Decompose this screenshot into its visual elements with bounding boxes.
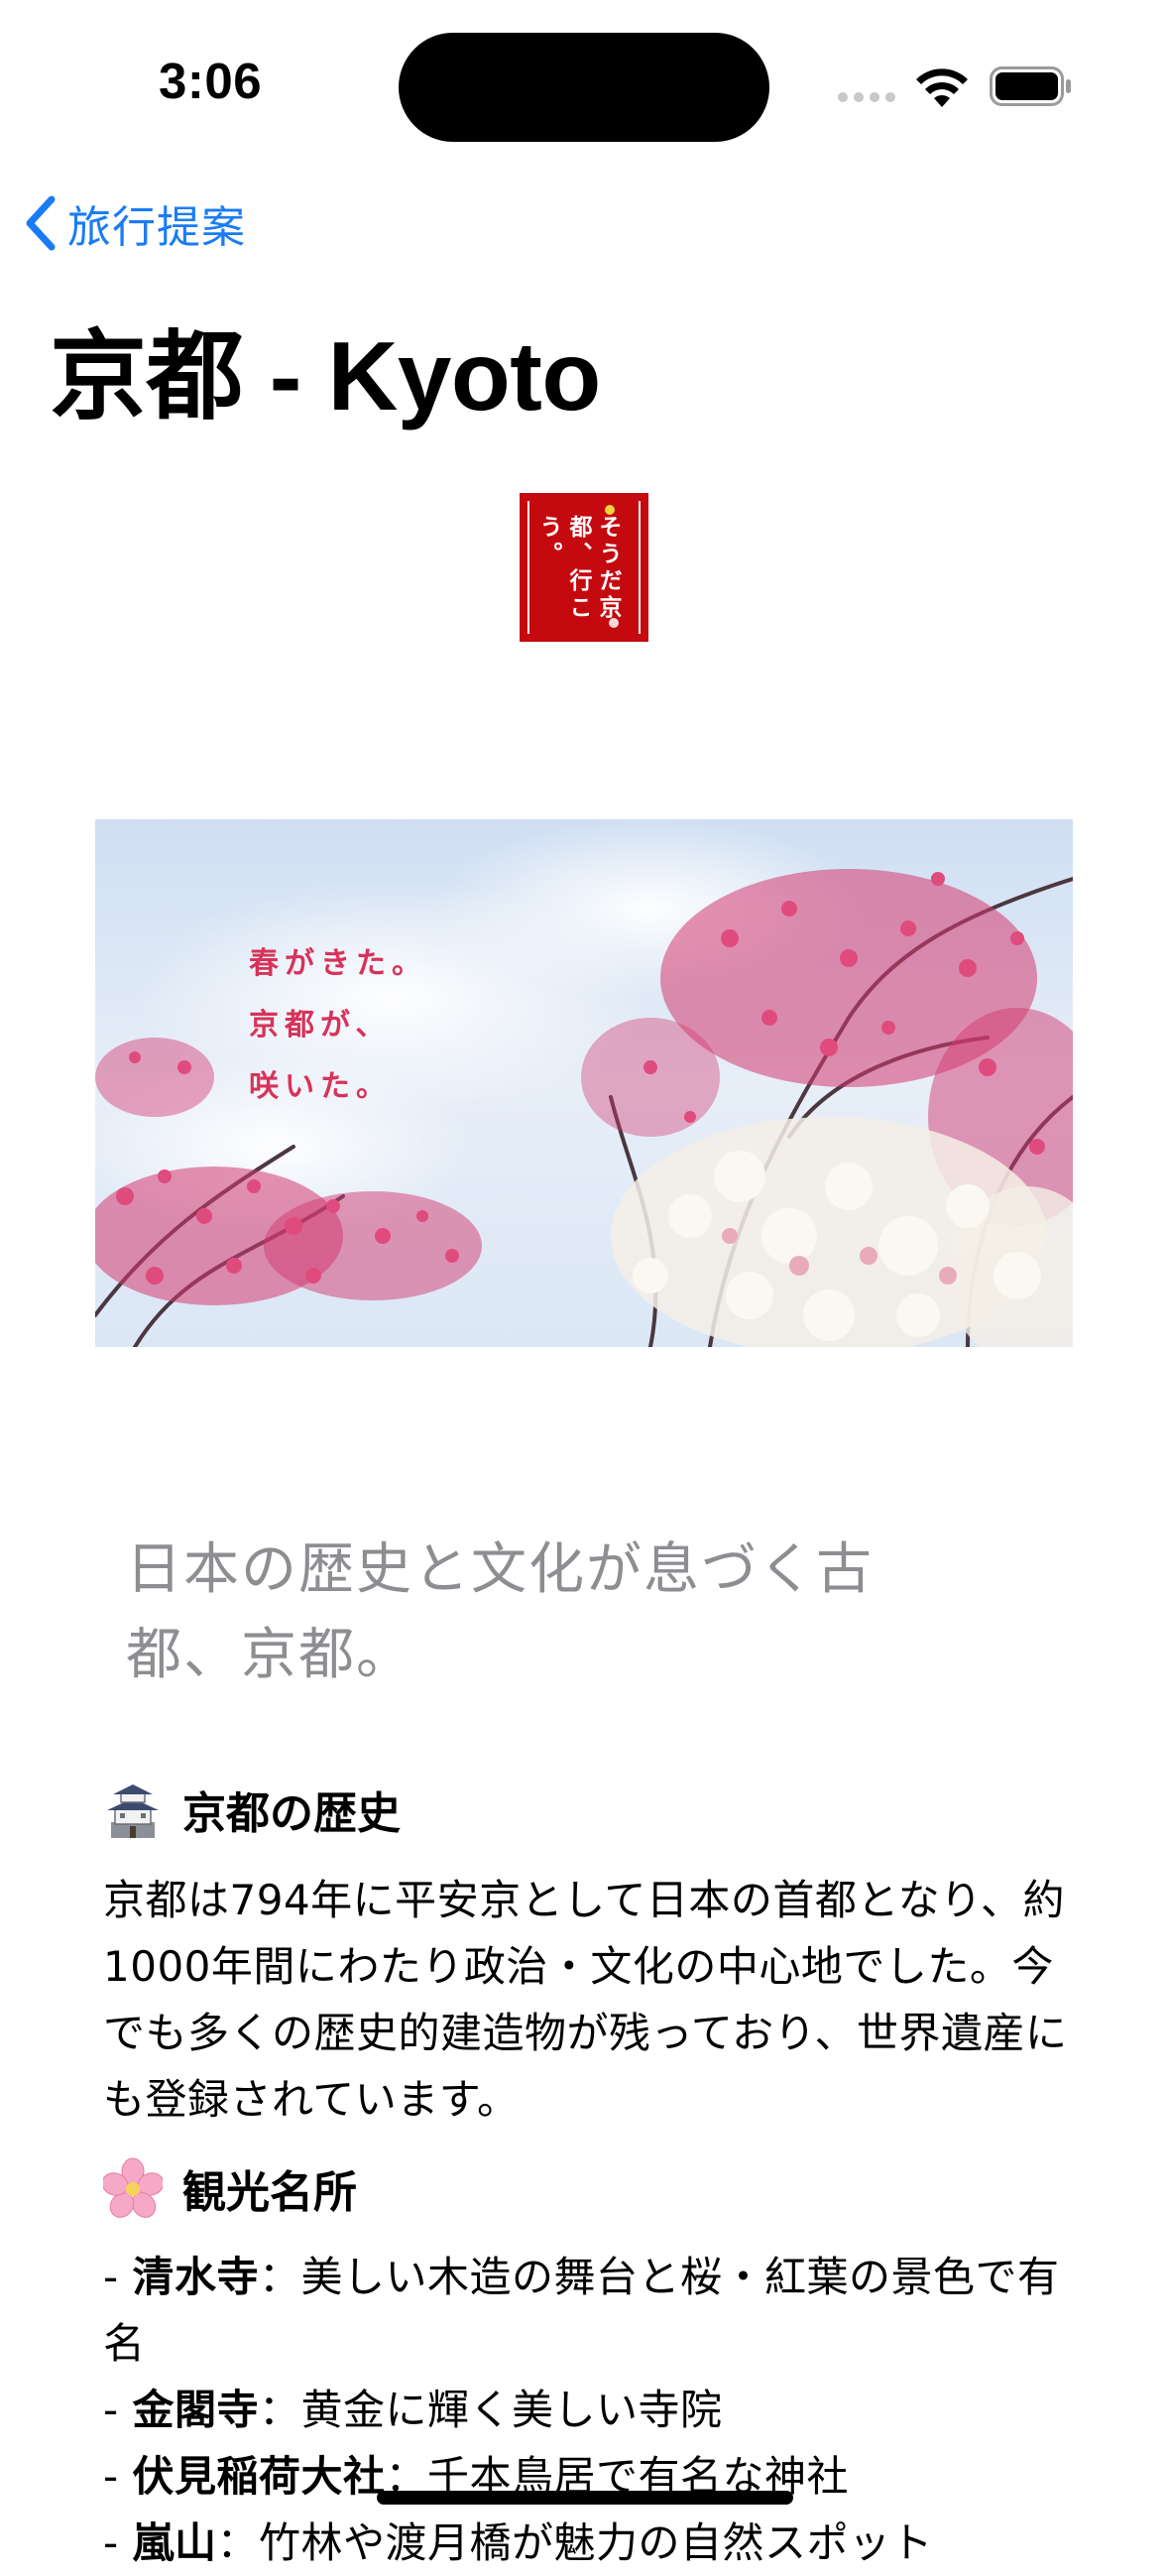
back-button[interactable]: 旅行提案: [22, 193, 246, 253]
wifi-icon: [916, 68, 968, 107]
section-heading-sights: 観光名所: [103, 2156, 357, 2220]
section-heading-label: 京都の歴史: [182, 1788, 401, 1839]
list-item: - 金閣寺：黄金に輝く美しい寺院: [103, 2386, 723, 2434]
battery-icon: [990, 66, 1071, 106]
list-item-name: 伏見稲荷大社: [132, 2452, 386, 2501]
history-body: 京都は794年に平安京として日本の首都となり、約1000年間にわたり政治・文化の…: [103, 1876, 1068, 2124]
hero-copy-line: 春がきた。: [249, 946, 427, 981]
sights-list: - 清水寺：美しい木造の舞台と桜・紅葉の景色で有名 - 金閣寺：黄金に輝く美しい…: [103, 2244, 1075, 2576]
lead-text: 日本の歴史と文化が息づく古都、京都。: [126, 1537, 874, 1687]
list-item-desc: ：竹林や渡月橋が魅力の自然スポット: [216, 2518, 934, 2567]
campaign-logo: そうだ京都、行こう。: [520, 493, 648, 642]
status-time: 3:06: [159, 53, 263, 109]
home-indicator[interactable]: [377, 2491, 793, 2505]
chevron-left-icon: [26, 195, 56, 251]
section-heading-history: 京都の歴史: [103, 1778, 401, 1841]
status-bar: 3:06: [0, 0, 1169, 169]
hero-copy-line: 咲いた。: [249, 1069, 392, 1104]
list-item-name: 金閣寺: [132, 2386, 260, 2434]
cherry-blossom-icon: [103, 2157, 163, 2218]
list-item-name: 嵐山: [132, 2518, 217, 2567]
cellular-signal-icon: [838, 92, 897, 106]
dynamic-island: [399, 33, 769, 142]
list-item-name: 清水寺: [132, 2253, 260, 2301]
hero-image: 春がきた。 京都が、 咲いた。: [95, 819, 1073, 1347]
list-item: - 清水寺：美しい木造の舞台と桜・紅葉の景色で有名: [103, 2253, 1060, 2368]
page-title: 京都 - Kyoto: [50, 321, 601, 430]
list-item-desc: ：黄金に輝く美しい寺院: [259, 2386, 723, 2434]
hero-copy-line: 京都が、: [249, 1008, 392, 1043]
list-item: - 嵐山：竹林や渡月橋が魅力の自然スポット: [103, 2518, 934, 2567]
section-heading-label: 観光名所: [182, 2167, 357, 2218]
hero-copy: 春がきた。 京都が、 咲いた。: [249, 933, 427, 1118]
back-label: 旅行提案: [67, 202, 246, 253]
castle-icon: [107, 1784, 159, 1838]
